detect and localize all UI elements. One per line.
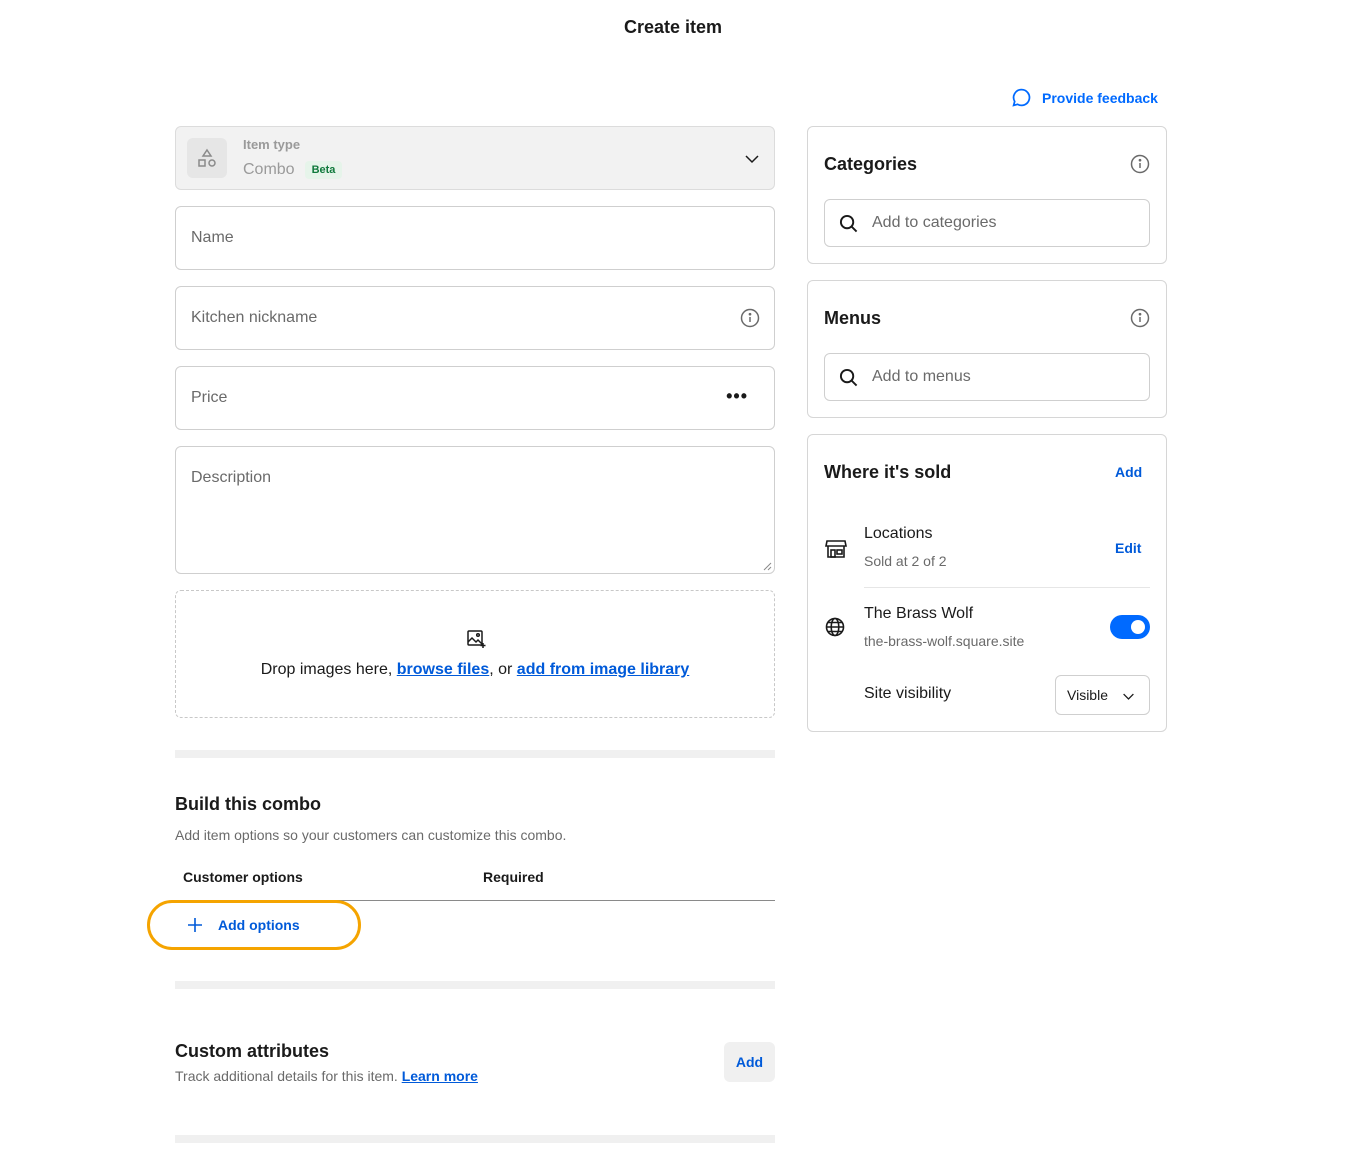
menus-title: Menus (824, 308, 882, 328)
site-visibility-value: Visible (1067, 687, 1108, 703)
add-attribute-button[interactable]: Add (724, 1042, 775, 1082)
name-placeholder: Name (191, 229, 234, 246)
section-divider (175, 1135, 775, 1143)
kitchen-nickname-field[interactable]: Kitchen nickname (175, 286, 775, 350)
feedback-label: Provide feedback (1042, 89, 1158, 106)
add-options-label: Add options (218, 917, 300, 933)
where-sold-title: Where it's sold (824, 462, 952, 482)
section-divider (175, 750, 775, 758)
categories-search-input[interactable]: Add to categories (824, 199, 1150, 247)
description-placeholder: Description (191, 469, 272, 486)
chevron-down-icon (745, 155, 759, 164)
locations-title: Locations (864, 525, 933, 542)
globe-icon (825, 617, 845, 637)
site-visibility-label: Site visibility (864, 685, 952, 702)
site-toggle[interactable] (1110, 615, 1150, 639)
name-field[interactable]: Name (175, 206, 775, 270)
info-icon[interactable] (1130, 308, 1150, 328)
categories-title: Categories (824, 154, 918, 174)
provide-feedback-link[interactable]: Provide feedback (1011, 87, 1158, 108)
info-icon[interactable] (1130, 154, 1150, 174)
custom-attributes-text: Track additional details for this item. (175, 1068, 398, 1084)
categories-card: Categories Add to categories (807, 126, 1167, 264)
row-divider (864, 587, 1150, 588)
info-icon[interactable] (740, 308, 760, 328)
custom-attributes-subtitle: Track additional details for this item. … (175, 1068, 478, 1084)
kitchen-nickname-placeholder: Kitchen nickname (191, 309, 318, 326)
add-options-button[interactable]: Add options (147, 900, 361, 950)
store-icon (825, 540, 847, 558)
locations-subtitle: Sold at 2 of 2 (864, 553, 947, 569)
browse-files-link[interactable]: browse files (397, 661, 489, 678)
column-customer-options: Customer options (183, 869, 303, 885)
categories-placeholder: Add to categories (872, 214, 997, 231)
site-visibility-select[interactable]: Visible (1055, 675, 1150, 715)
image-dropzone[interactable]: Drop images here, browse files, or add f… (175, 590, 775, 718)
price-field[interactable]: Price ••• (175, 366, 775, 430)
menus-card: Menus Add to menus (807, 280, 1167, 418)
add-location-button[interactable]: Add (1115, 464, 1142, 480)
build-combo-title: Build this combo (175, 794, 321, 814)
page-title: Create item (623, 17, 723, 37)
chat-bubble-icon (1012, 88, 1031, 107)
item-type-select[interactable]: Item type Combo Beta (175, 126, 775, 190)
build-combo-subtitle: Add item options so your customers can c… (175, 827, 567, 843)
more-options-icon[interactable]: ••• (726, 387, 748, 405)
item-type-value: Combo Beta (243, 161, 343, 179)
add-image-icon (467, 630, 486, 648)
price-placeholder: Price (191, 389, 228, 406)
resize-handle-icon[interactable] (762, 561, 772, 571)
plus-icon (188, 918, 202, 932)
item-type-label: Item type (243, 137, 301, 152)
chevron-down-icon (1123, 693, 1134, 700)
description-field[interactable]: Description (175, 446, 775, 574)
shapes-icon (187, 138, 227, 178)
site-url: the-brass-wolf.square.site (864, 633, 1025, 649)
learn-more-link[interactable]: Learn more (402, 1068, 478, 1084)
menus-placeholder: Add to menus (872, 368, 971, 385)
beta-badge: Beta (304, 161, 343, 179)
site-name: The Brass Wolf (864, 605, 974, 622)
search-icon (839, 214, 858, 233)
section-divider (175, 981, 775, 989)
edit-locations-button[interactable]: Edit (1115, 540, 1141, 556)
custom-attributes-title: Custom attributes (175, 1041, 330, 1061)
image-library-link[interactable]: add from image library (517, 661, 690, 678)
dropzone-prefix: Drop images here, (260, 661, 397, 678)
column-required: Required (483, 869, 544, 885)
item-type-value-text: Combo (243, 161, 295, 178)
menus-search-input[interactable]: Add to menus (824, 353, 1150, 401)
dropzone-middle: , or (489, 661, 517, 678)
options-table-header: Customer options Required (175, 868, 775, 901)
search-icon (839, 368, 858, 387)
dropzone-text: Drop images here, browse files, or add f… (176, 661, 774, 679)
where-sold-card: Where it's sold Add Locations Sold at 2 … (807, 434, 1167, 732)
